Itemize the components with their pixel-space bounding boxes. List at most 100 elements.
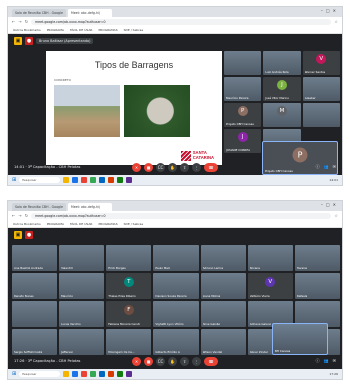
bookmark-item[interactable]: Outros Bookmarks <box>13 222 41 226</box>
taskbar-app-icon[interactable] <box>72 371 79 377</box>
more-options-icon[interactable]: ⋮ <box>192 356 201 366</box>
windows-start-icon[interactable]: ⊞ <box>12 177 16 183</box>
participant-tile[interactable]: Adriano Lemos <box>200 245 246 271</box>
reload-icon[interactable]: ↻ <box>25 213 28 218</box>
browser-tab-active[interactable]: Meet: abc-defg-hij <box>67 9 112 17</box>
participant-tile[interactable]: Wilson Vendel <box>200 329 246 355</box>
back-icon[interactable]: ← <box>12 19 15 24</box>
participant-tile[interactable]: M <box>263 103 301 127</box>
chat-icon[interactable]: ✉ <box>333 164 336 170</box>
taskbar-app-icon[interactable] <box>81 177 88 183</box>
forward-icon[interactable]: → <box>18 213 21 218</box>
taskbar-app-icon[interactable] <box>63 371 70 377</box>
more-options-icon[interactable]: ⋮ <box>192 162 201 172</box>
camera-off-icon[interactable]: ■ <box>144 356 153 366</box>
participant-tile[interactable]: Sergio Soffiati Costa <box>12 329 58 355</box>
participant-tile[interactable]: Maurício Pereira <box>224 77 262 101</box>
participant-tile[interactable]: Vighetti Lynn Vitório <box>153 301 199 327</box>
participant-tile[interactable]: F Fabiana Moreira Ceruti <box>106 301 152 327</box>
present-icon[interactable]: ⇧ <box>180 162 189 172</box>
participant-tile[interactable]: Lucas Vecchio <box>59 301 105 327</box>
participant-tile[interactable]: Davison Souza Pereira <box>153 273 199 299</box>
participant-tile[interactable]: Jefferson <box>59 329 105 355</box>
participant-tile[interactable]: Paulo Melo <box>153 245 199 271</box>
chat-icon[interactable]: ✉ <box>333 358 336 364</box>
taskbar-app-icon[interactable] <box>63 177 70 183</box>
bookmark-item[interactable]: PROGRAMAS <box>99 222 118 226</box>
taskbar-app-icon[interactable] <box>108 177 115 183</box>
taskbar-app-icon[interactable] <box>90 177 97 183</box>
taskbar-app-icon[interactable] <box>126 177 133 183</box>
end-call-icon[interactable]: ☎ <box>204 356 218 366</box>
participant-tile[interactable]: Renato Nunes <box>12 273 58 299</box>
taskbar-search[interactable]: Pesquisar <box>19 177 61 183</box>
info-icon[interactable]: ⓘ <box>316 164 320 170</box>
taskbar-search[interactable]: Pesquisar <box>19 371 61 377</box>
participant-tile[interactable]: Luiz Andréa Rola <box>263 51 301 75</box>
participant-tile[interactable]: Gilberto Emídio A <box>153 329 199 355</box>
participant-tile[interactable]: T Thales Pires Ribeiro <box>106 273 152 299</box>
participant-tile[interactable]: Tavares <box>294 245 340 271</box>
participant-tile[interactable]: Ana Beatriz Andrade <box>12 245 58 271</box>
participant-tile[interactable]: V Werner Santos <box>302 51 340 75</box>
taskbar-app-icon[interactable] <box>126 371 133 377</box>
reload-icon[interactable]: ↻ <box>25 19 28 24</box>
participant-tile[interactable]: J José Vitor Marino <box>263 77 301 101</box>
taskbar-app-icon[interactable] <box>117 371 124 377</box>
browser-tab[interactable]: Sala de Reunião CBH - Google <box>12 203 66 211</box>
window-controls[interactable]: –□✕ <box>321 202 339 207</box>
bookmark-item[interactable]: FÁCIL DE USAR <box>70 222 93 226</box>
bookmark-item[interactable]: SDE / Sebrae <box>124 222 144 226</box>
participant-tile[interactable]: J JOSIANE CORREA <box>224 129 262 153</box>
raise-hand-icon[interactable]: ✋ <box>168 356 177 366</box>
windows-start-icon[interactable]: ⊞ <box>12 371 16 377</box>
bookmark-item[interactable]: SDE / Sebrae <box>124 28 144 32</box>
browser-tab[interactable]: Sala de Reunião CBH - Google <box>12 9 66 17</box>
participant-tile[interactable]: Gleeber <box>302 77 340 101</box>
url-input[interactable]: meet.google.com/ab-xxxx-mop?authuser=0 <box>31 212 332 219</box>
mic-off-icon[interactable]: ✕ <box>132 162 141 172</box>
bookmark-item[interactable]: PROGRAMA <box>47 28 64 32</box>
bookmark-item[interactable]: PROGRAMA <box>47 222 64 226</box>
taskbar-app-icon[interactable] <box>108 371 115 377</box>
back-icon[interactable]: ← <box>12 213 15 218</box>
layout-icon[interactable]: ▣ <box>14 231 22 239</box>
participant-tile[interactable] <box>224 51 262 75</box>
bookmark-item[interactable]: Outros Bookmarks <box>13 28 41 32</box>
browser-tab-active[interactable]: Meet: abc-defg-hij <box>67 203 112 211</box>
participant-tile[interactable]: Maurício <box>59 273 105 299</box>
participant-tile[interactable] <box>12 301 58 327</box>
participant-tile[interactable]: V Valtécio Vieira <box>247 273 293 299</box>
layout-icon[interactable]: ▣ <box>14 37 22 45</box>
end-call-icon[interactable]: ☎ <box>204 162 218 172</box>
people-icon[interactable]: 👥 <box>324 358 329 364</box>
participant-tile[interactable] <box>302 103 340 127</box>
participant-tile[interactable]: P Projeto CBH Canoas <box>224 103 262 127</box>
taskbar-app-icon[interactable] <box>99 371 106 377</box>
participant-tile[interactable]: Valentim <box>59 245 105 271</box>
taskbar-app-icon[interactable] <box>81 371 88 377</box>
url-input[interactable]: meet.google.com/ab-xxxx-mop?authuser=0 <box>31 18 332 25</box>
raise-hand-icon[interactable]: ✋ <box>168 162 177 172</box>
forward-icon[interactable]: → <box>18 19 21 24</box>
window-controls[interactable]: –□✕ <box>321 8 339 13</box>
bookmark-item[interactable]: PROGRAMAS <box>99 28 118 32</box>
participant-tile[interactable]: Joana Molina <box>200 273 246 299</box>
taskbar-app-icon[interactable] <box>99 177 106 183</box>
self-view-floating[interactable]: BH Canoas <box>272 323 328 355</box>
captions-icon[interactable]: CC <box>156 162 165 172</box>
bookmark-item[interactable]: FÁCIL DE USAR <box>70 28 93 32</box>
participant-tile[interactable]: Aline Galvão <box>200 301 246 327</box>
present-icon[interactable]: ⇧ <box>180 356 189 366</box>
star-icon[interactable]: ☆ <box>334 19 338 24</box>
taskbar-app-icon[interactable] <box>72 177 79 183</box>
people-icon[interactable]: 👥 <box>324 164 329 170</box>
participant-tile[interactable]: Rafaela <box>294 273 340 299</box>
camera-off-icon[interactable]: ■ <box>144 162 153 172</box>
taskbar-app-icon[interactable] <box>117 177 124 183</box>
taskbar-app-icon[interactable] <box>90 371 97 377</box>
captions-icon[interactable]: CC <box>156 356 165 366</box>
star-icon[interactable]: ☆ <box>334 213 338 218</box>
participant-tile[interactable]: Erick Borges <box>106 245 152 271</box>
mic-off-icon[interactable]: ✕ <box>132 356 141 366</box>
